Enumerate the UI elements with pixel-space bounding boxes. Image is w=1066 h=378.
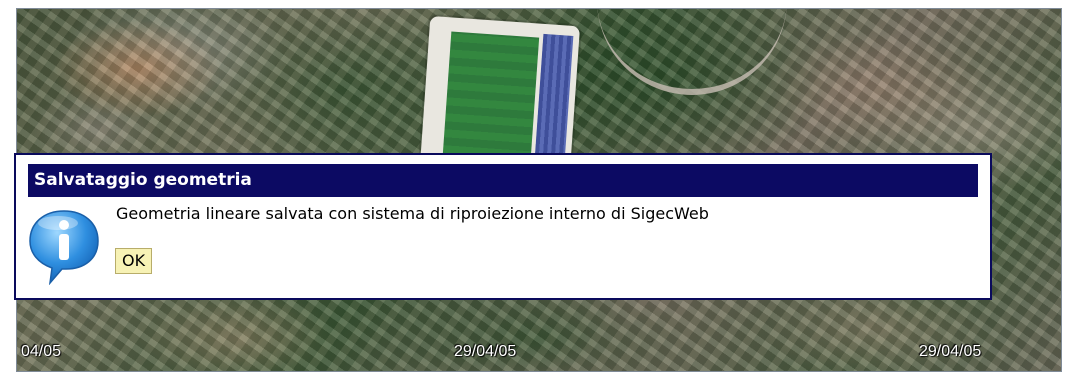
map-date-label: 04/05	[21, 343, 62, 360]
dialog-title: Salvataggio geometria	[28, 164, 978, 197]
map-date-label: 29/04/05	[919, 343, 982, 360]
map-stadium-stand	[534, 33, 574, 171]
page: 04/05 29/04/05 29/04/05 Salvataggio geom…	[0, 0, 1066, 378]
ok-button[interactable]: OK	[115, 248, 153, 274]
info-icon	[29, 210, 99, 285]
dialog-message: Geometria lineare salvata con sistema di…	[116, 204, 709, 223]
map-date-label: 29/04/05	[454, 343, 517, 360]
message-dialog: Salvataggio geometria Geometria lineare …	[14, 153, 992, 300]
map-stadium-field	[442, 31, 540, 168]
